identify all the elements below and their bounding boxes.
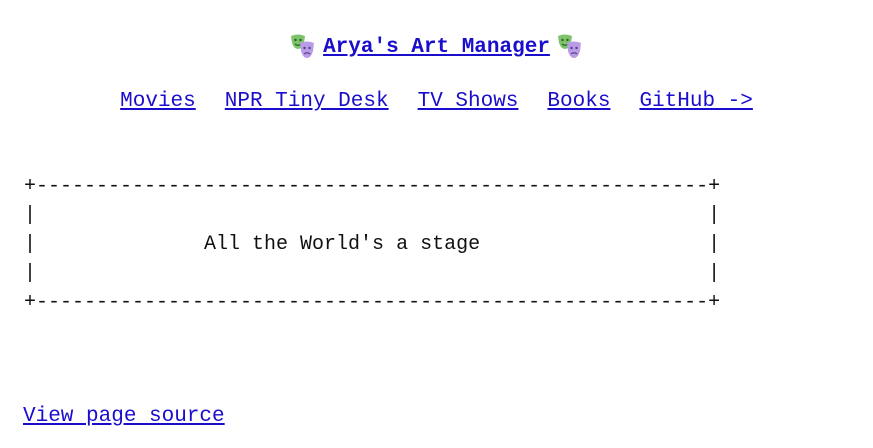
site-title-link[interactable]: Arya's Art Manager	[323, 36, 550, 59]
banner-side-border: |	[24, 233, 205, 256]
banner-side-border: |	[480, 233, 721, 256]
nav-link-tv-shows[interactable]: TV Shows	[418, 90, 519, 113]
stage-banner: +---------------------------------------…	[24, 172, 720, 317]
banner-top-border: +---------------------------------------…	[24, 175, 721, 198]
theater-masks-icon	[556, 33, 584, 61]
nav-link-npr-tiny-desk[interactable]: NPR Tiny Desk	[225, 90, 389, 113]
banner-side-border: | |	[24, 262, 721, 285]
nav-link-movies[interactable]: Movies	[120, 90, 196, 113]
banner-text: All the World's a stage	[204, 233, 481, 256]
nav-link-books[interactable]: Books	[547, 90, 610, 113]
main-nav: Movies NPR Tiny Desk TV Shows Books GitH…	[0, 90, 873, 113]
site-header: Arya's Art Manager	[0, 30, 873, 64]
view-page-source-link[interactable]: View page source	[23, 405, 225, 428]
banner-bottom-border: +---------------------------------------…	[24, 291, 721, 314]
banner-side-border: | |	[24, 204, 721, 227]
theater-masks-icon	[289, 33, 317, 61]
nav-link-github[interactable]: GitHub ->	[639, 90, 752, 113]
